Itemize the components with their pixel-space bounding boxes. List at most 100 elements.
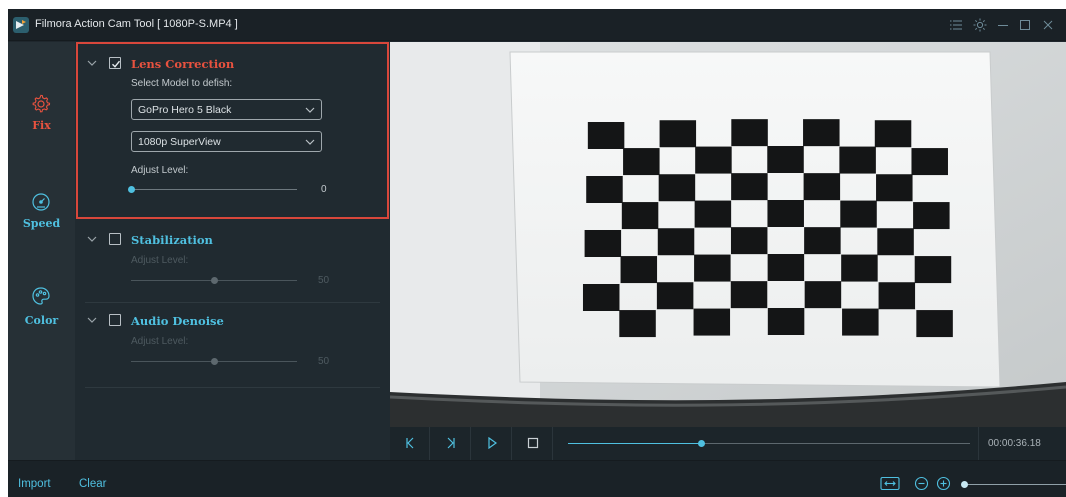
checker-square <box>804 281 842 309</box>
checker-square <box>695 146 732 174</box>
play-icon <box>488 437 498 449</box>
skip-to-start-icon <box>406 437 414 449</box>
chevron-down-icon[interactable] <box>87 235 97 243</box>
slider-thumb[interactable] <box>211 358 218 365</box>
checker-square <box>878 282 916 310</box>
audio-denoise-title: Audio Denoise <box>131 314 224 328</box>
maximize-icon[interactable] <box>1015 15 1035 35</box>
menu-icon[interactable] <box>946 15 966 35</box>
checker-square <box>731 119 768 147</box>
rail-label-speed: Speed <box>22 217 61 230</box>
bottom-bar: Import Clear <box>8 460 1066 497</box>
minimize-icon[interactable] <box>993 15 1013 35</box>
stabilization-adjust-label: Adjust Level: <box>131 255 189 266</box>
window-title: Filmora Action Cam Tool [ 1080P-S.MP4 ] <box>35 18 238 30</box>
lens-correction-title: Lens Correction <box>131 57 235 71</box>
app-window: Filmora Action Cam Tool [ 1080P-S.MP4 ] <box>8 9 1066 497</box>
lens-adjust-label: Adjust Level: <box>131 165 189 176</box>
zoom-in-icon[interactable] <box>936 476 951 491</box>
lens-level-slider[interactable] <box>128 186 297 193</box>
lens-correction-checkbox[interactable] <box>109 57 121 69</box>
checker-square <box>767 308 805 335</box>
checker-square <box>730 281 768 309</box>
timeline-thumb[interactable] <box>697 440 705 447</box>
checker-square <box>731 173 768 201</box>
select-model-label: Select Model to defish: <box>131 78 233 89</box>
audio-adjust-label: Adjust Level: <box>131 336 189 347</box>
skip-to-start-button[interactable] <box>390 427 430 460</box>
checker-square <box>623 148 660 176</box>
rail-item-fix[interactable]: Fix <box>8 94 75 164</box>
settings-panel: Lens Correction Select Model to defish: … <box>75 42 390 460</box>
stop-button[interactable] <box>513 427 553 460</box>
chevron-down-icon[interactable] <box>87 59 97 67</box>
checkmark-icon <box>112 60 121 68</box>
chevron-down-icon <box>305 107 315 113</box>
rail-label-fix: Fix <box>32 119 51 132</box>
checker-square <box>840 200 877 228</box>
checker-square <box>839 146 876 174</box>
checker-square <box>913 202 950 230</box>
tool-rail: Fix Speed Color <box>8 42 75 460</box>
checker-square <box>803 173 841 201</box>
playback-bar: 00:00:36.18 <box>390 427 1066 460</box>
camera-model-value: GoPro Hero 5 Black <box>138 104 232 116</box>
checker-square <box>694 200 732 228</box>
zoom-slider[interactable] <box>961 481 1066 488</box>
app-logo-icon <box>13 17 29 33</box>
step-frame-button[interactable] <box>431 427 471 460</box>
section-divider <box>85 387 380 388</box>
checker-square <box>694 254 731 282</box>
close-icon[interactable] <box>1038 15 1058 35</box>
fit-to-window-icon[interactable] <box>880 476 900 491</box>
rail-item-color[interactable]: Color <box>8 286 75 356</box>
video-preview <box>390 42 1066 427</box>
palette-icon <box>32 287 50 305</box>
checker-square <box>914 256 952 284</box>
checker-square <box>582 284 620 311</box>
checker-square <box>803 119 840 147</box>
play-button[interactable] <box>472 427 512 460</box>
rail-item-speed[interactable]: Speed <box>8 192 75 262</box>
checker-square <box>656 282 694 310</box>
checker-square <box>804 227 841 255</box>
checker-square <box>586 176 623 203</box>
checker-square <box>587 122 625 149</box>
audio-denoise-checkbox[interactable] <box>109 314 121 326</box>
checker-square <box>767 254 805 281</box>
checker-square <box>911 148 948 176</box>
slider-thumb[interactable] <box>128 186 135 193</box>
checker-square <box>767 146 804 173</box>
checker-square <box>620 256 658 284</box>
slider-thumb[interactable] <box>211 277 218 284</box>
timeline-progress <box>568 443 701 444</box>
checker-square <box>730 227 768 255</box>
rail-label-color: Color <box>24 314 59 327</box>
checker-square <box>621 202 659 230</box>
stabilization-checkbox[interactable] <box>109 233 121 245</box>
audio-level-slider[interactable] <box>131 358 297 365</box>
checker-square <box>874 120 912 148</box>
brightness-icon[interactable] <box>970 15 990 35</box>
gear-icon <box>32 94 51 113</box>
camera-model-select[interactable]: GoPro Hero 5 Black <box>131 99 322 120</box>
section-divider <box>85 302 380 303</box>
timeline-scrubber[interactable] <box>568 440 970 447</box>
checker-square <box>658 174 696 202</box>
clear-button[interactable]: Clear <box>79 478 106 490</box>
stabilization-title: Stabilization <box>131 233 213 247</box>
zoom-out-icon[interactable] <box>914 476 929 491</box>
speedometer-icon <box>32 193 50 211</box>
zoom-thumb[interactable] <box>961 481 968 488</box>
title-bar: Filmora Action Cam Tool [ 1080P-S.MP4 ] <box>8 9 1066 41</box>
checker-square <box>584 230 622 257</box>
checker-square <box>841 254 878 282</box>
resolution-mode-select[interactable]: 1080p SuperView <box>131 131 322 152</box>
import-button[interactable]: Import <box>18 478 51 490</box>
checker-square <box>619 310 656 338</box>
checker-square <box>693 308 731 336</box>
stabilization-level-slider[interactable] <box>131 277 297 284</box>
chevron-down-icon[interactable] <box>87 316 97 324</box>
checker-square <box>767 200 804 227</box>
stabilization-level-value: 50 <box>318 275 330 286</box>
